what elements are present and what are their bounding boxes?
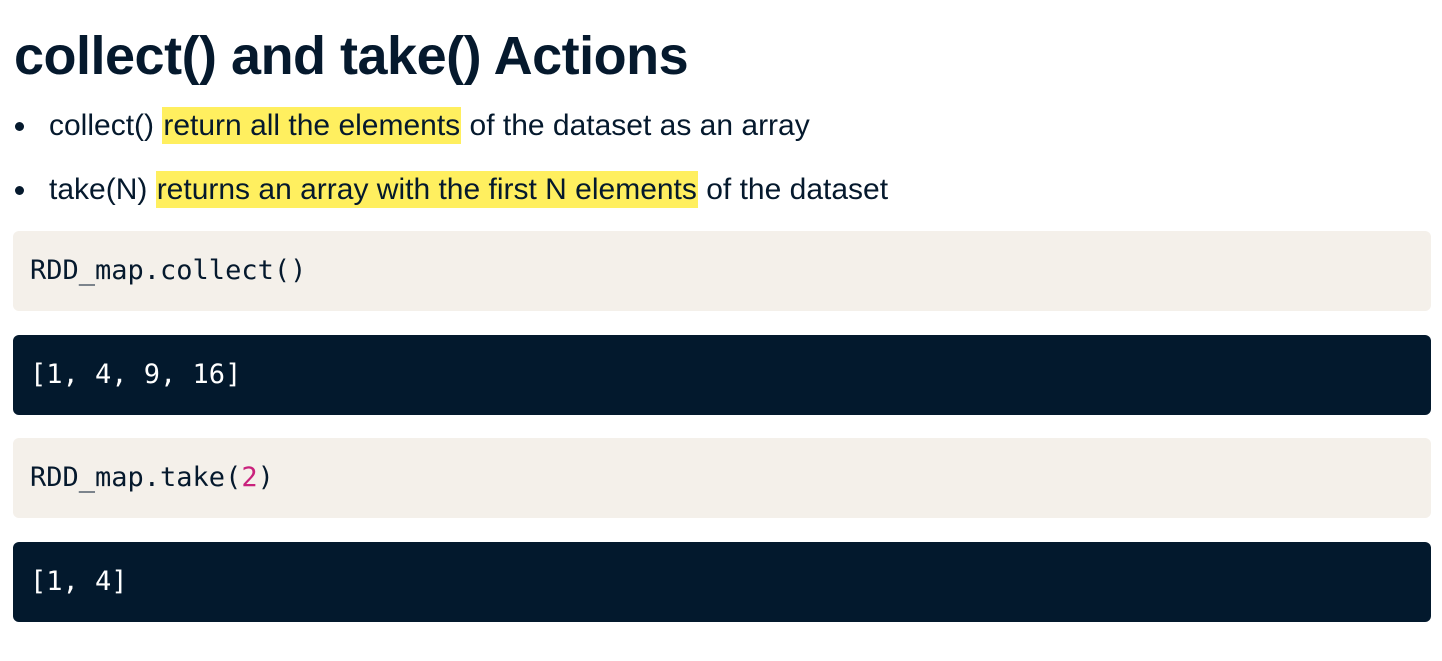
code-text: RDD_map.collect() [30,255,307,286]
output-text: [1, 4] [30,566,128,597]
code-text: RDD_map.take( [30,462,242,493]
bullet-suffix: of the dataset as an array [461,109,810,142]
bullet-item-collect: collect() return all the elements of the… [0,104,888,148]
highlighted-text: returns an array with the first N elemen… [155,171,698,208]
code-text: ) [257,462,274,493]
bullet-prefix: take(N) [49,173,156,206]
highlighted-text: return all the elements [162,107,462,144]
bullet-prefix: collect() [49,109,163,142]
code-output-collect: [1, 4, 9, 16] [13,335,1431,415]
code-input-collect: RDD_map.collect() [13,231,1431,311]
bullet-item-take: take(N) returns an array with the first … [0,168,888,212]
output-text: [1, 4, 9, 16] [30,359,242,390]
number-literal: 2 [241,462,258,493]
code-output-take: [1, 4] [13,542,1431,622]
bullet-dot-icon [15,122,24,131]
bullet-dot-icon [15,186,24,195]
bullet-suffix: of the dataset [697,173,889,206]
bullet-list: collect() return all the elements of the… [0,104,888,232]
page-title: collect() and take() Actions [14,26,689,86]
code-input-take: RDD_map.take(2) [13,438,1431,518]
